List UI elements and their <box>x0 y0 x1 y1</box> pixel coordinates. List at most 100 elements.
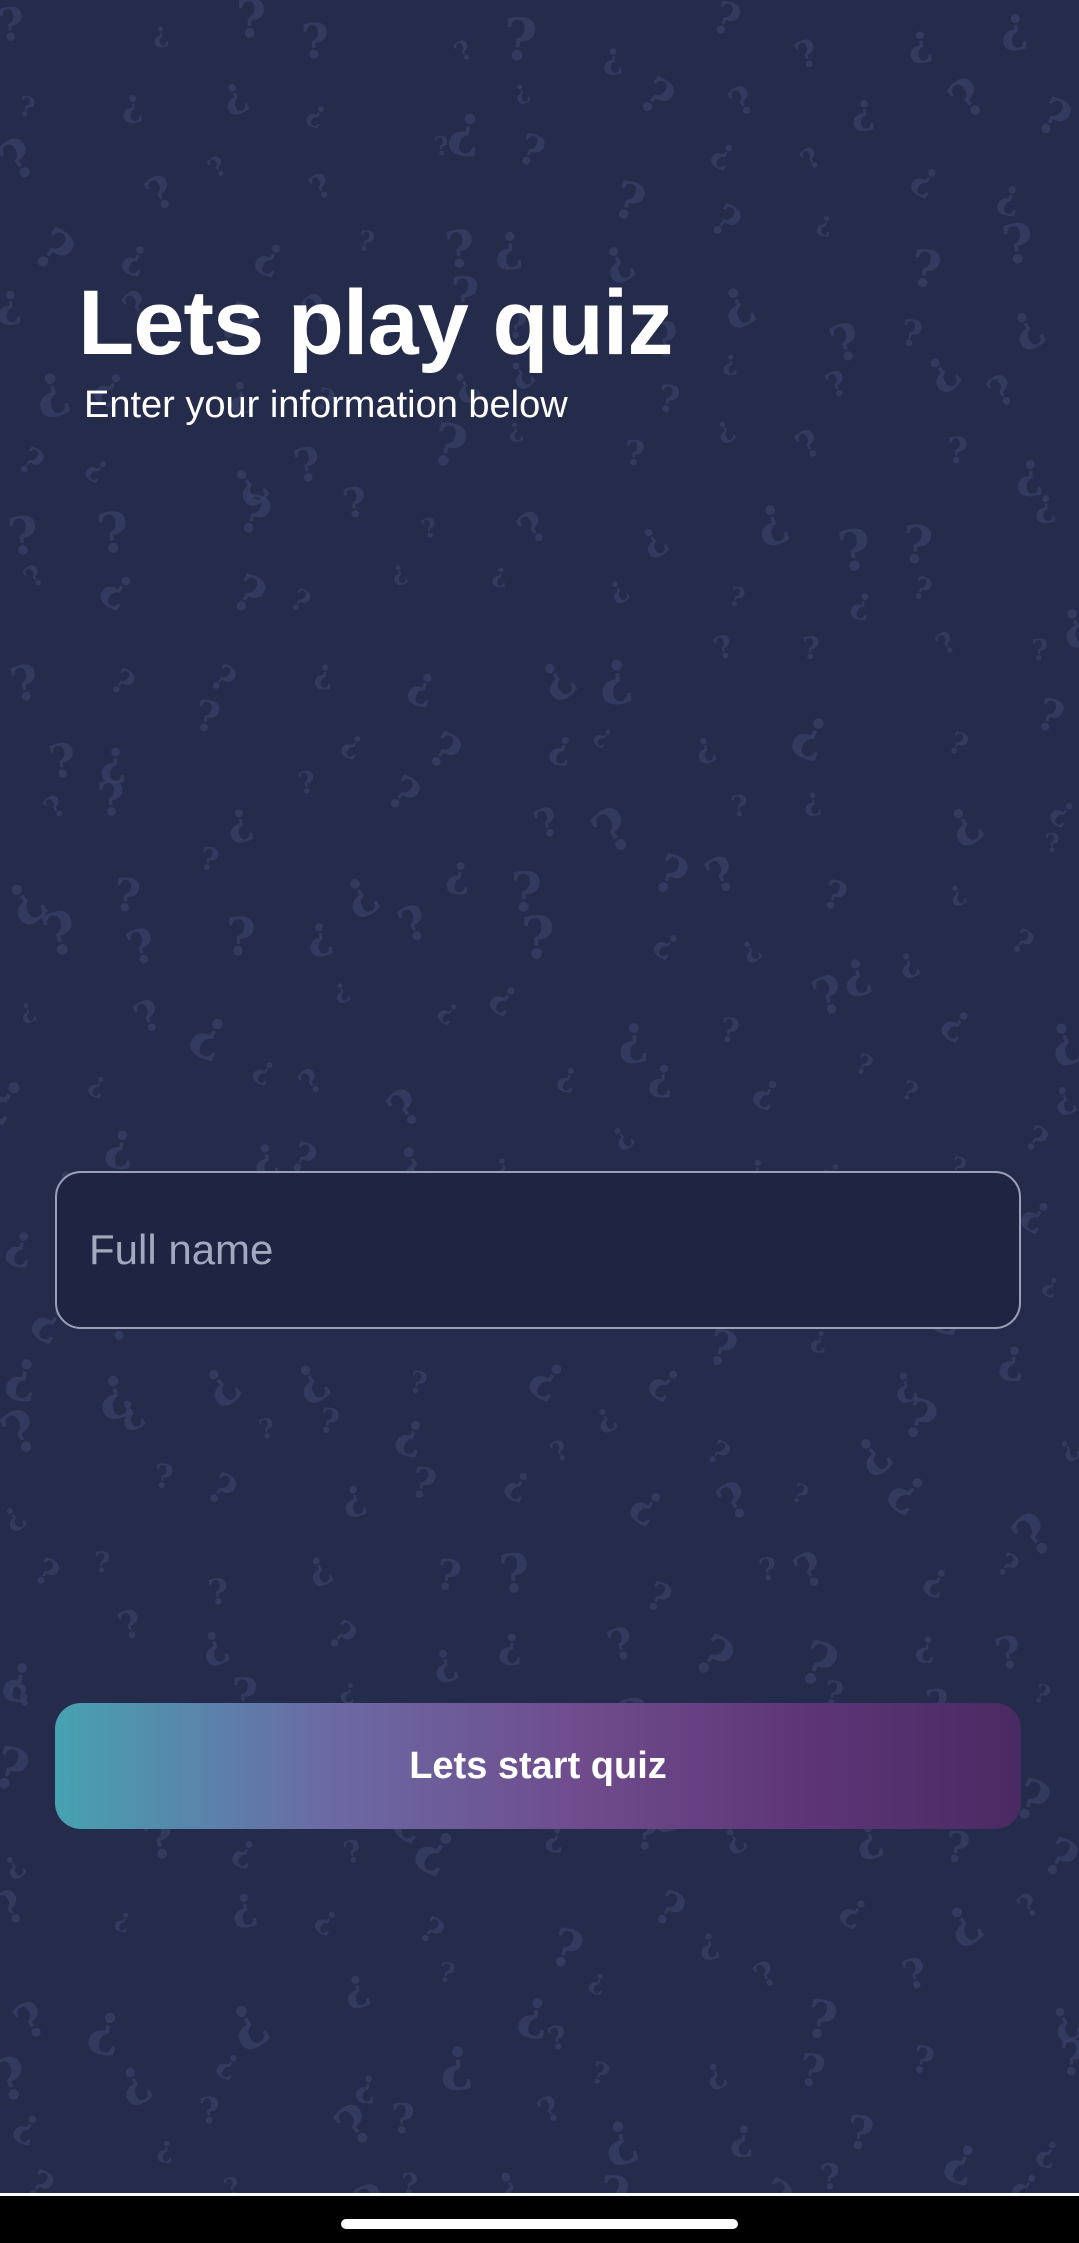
question-mark-icon: ? <box>197 2089 222 2133</box>
question-mark-icon: ? <box>998 210 1038 278</box>
question-mark-icon: ? <box>527 797 567 849</box>
question-mark-icon: ¿ <box>0 1641 41 1708</box>
question-mark-icon: ¿ <box>497 1617 524 1668</box>
question-mark-icon: ? <box>850 1048 877 1084</box>
question-mark-icon: ¿ <box>309 1896 347 1940</box>
question-mark-icon: ? <box>946 429 969 473</box>
question-mark-icon: ¿ <box>599 568 634 608</box>
question-mark-icon: ¿ <box>0 859 54 933</box>
question-mark-icon: ? <box>1026 84 1079 151</box>
question-mark-icon: ¿ <box>693 1919 722 1964</box>
question-mark-icon: ? <box>500 4 540 76</box>
question-mark-icon: ? <box>432 1549 465 1602</box>
question-mark-icon: ¿ <box>85 1064 113 1101</box>
question-mark-icon: ? <box>643 841 697 910</box>
question-mark-icon: ? <box>1004 920 1041 963</box>
question-mark-icon: ? <box>756 1550 780 1589</box>
question-mark-icon: ¿ <box>595 637 636 709</box>
question-mark-icon: ? <box>542 1916 590 1984</box>
question-mark-icon: ¿ <box>642 1350 695 1407</box>
question-mark-icon: ? <box>788 29 825 79</box>
question-mark-icon: ¿ <box>1035 999 1079 1074</box>
full-name-field[interactable] <box>55 1171 1021 1329</box>
question-mark-icon: ? <box>509 859 544 925</box>
question-mark-icon: ? <box>300 13 331 71</box>
question-mark-icon: ? <box>725 581 749 615</box>
question-mark-icon: ¿ <box>600 35 625 79</box>
question-mark-icon: ? <box>435 1956 457 1991</box>
question-mark-icon: ¿ <box>8 2097 50 2151</box>
question-mark-icon: ? <box>511 123 552 179</box>
question-mark-icon: ¿ <box>721 345 739 378</box>
question-mark-icon: ? <box>405 1364 431 1403</box>
question-mark-icon: ? <box>4 1989 58 2053</box>
question-mark-icon: ? <box>897 1074 922 1109</box>
question-mark-icon: ¿ <box>102 1110 139 1174</box>
question-mark-icon: ? <box>895 1947 934 2001</box>
question-mark-icon: ¿ <box>212 66 253 120</box>
question-mark-icon: ? <box>579 792 648 869</box>
question-mark-icon: ? <box>126 988 170 1044</box>
question-mark-icon: ? <box>595 2164 633 2193</box>
question-mark-icon: ? <box>717 1009 742 1052</box>
question-mark-icon: ¿ <box>1032 479 1058 526</box>
question-mark-icon: ¿ <box>707 409 739 448</box>
question-mark-icon: ¿ <box>646 1047 678 1101</box>
question-mark-icon: ¿ <box>1048 1428 1079 1466</box>
question-mark-icon: ? <box>401 2167 419 2193</box>
question-mark-icon: ? <box>295 764 319 803</box>
question-mark-icon: ¿ <box>337 1672 359 1707</box>
question-mark-icon: ? <box>845 2104 877 2161</box>
question-mark-icon: ¿ <box>211 2039 248 2085</box>
question-mark-icon: ? <box>804 962 854 1030</box>
question-mark-icon: ¿ <box>903 14 935 67</box>
question-mark-icon: ¿ <box>890 938 924 982</box>
question-mark-icon: ? <box>229 481 278 550</box>
question-mark-icon: ¿ <box>24 348 75 423</box>
question-mark-icon: ¿ <box>337 1958 375 2014</box>
question-mark-icon: ? <box>817 2156 843 2193</box>
question-mark-icon: ? <box>1058 2030 1079 2088</box>
question-mark-icon: ¿ <box>0 1844 30 1885</box>
question-mark-icon: ¿ <box>335 1469 371 1522</box>
question-mark-icon: ? <box>322 2089 388 2160</box>
question-mark-icon: ¿ <box>1 1212 40 1272</box>
question-mark-icon: ¿ <box>706 128 745 175</box>
question-mark-icon: ? <box>289 435 327 494</box>
question-mark-icon: ¿ <box>997 0 1030 55</box>
question-mark-icon: ¿ <box>909 338 968 400</box>
home-gesture-handle[interactable] <box>341 2219 738 2229</box>
question-mark-icon: ¿ <box>111 1902 135 1936</box>
question-mark-icon: ¿ <box>186 1348 248 1414</box>
start-quiz-button[interactable]: Lets start quiz <box>55 1703 1021 1829</box>
question-mark-icon: ? <box>9 438 52 485</box>
full-name-input[interactable] <box>57 1173 1019 1327</box>
question-mark-icon: ¿ <box>227 1823 265 1873</box>
question-mark-icon: ¿ <box>838 1416 899 1483</box>
question-mark-icon: ? <box>0 1877 36 1937</box>
question-mark-icon: ¿ <box>390 1400 434 1463</box>
question-mark-icon: ¿ <box>514 1975 556 2044</box>
question-mark-icon: ? <box>929 624 964 662</box>
question-mark-icon: ¿ <box>499 1454 542 1507</box>
page-title: Lets play quiz <box>78 272 673 374</box>
question-mark-icon: ? <box>822 310 869 376</box>
question-mark-icon: ¿ <box>731 929 765 967</box>
question-mark-icon: ? <box>682 1620 747 1693</box>
question-mark-icon: ¿ <box>437 2024 475 2094</box>
question-mark-icon: ? <box>624 433 646 474</box>
question-mark-icon: ¿ <box>0 1494 31 1536</box>
question-mark-icon: ¿ <box>214 448 276 514</box>
question-mark-icon: ? <box>448 34 479 70</box>
question-mark-icon: ¿ <box>627 511 674 564</box>
question-mark-icon: ? <box>1032 1825 1079 1893</box>
question-mark-icon: ¿ <box>600 1115 638 1156</box>
question-mark-icon: ? <box>137 165 185 223</box>
question-mark-icon: ? <box>0 2042 37 2117</box>
question-mark-icon: ¿ <box>849 84 877 134</box>
question-mark-icon: ? <box>222 561 276 628</box>
question-mark-icon: ¿ <box>312 651 335 692</box>
question-mark-icon: ¿ <box>747 1062 790 1115</box>
question-mark-icon: ? <box>95 770 129 828</box>
question-mark-icon: ? <box>4 1676 39 1717</box>
